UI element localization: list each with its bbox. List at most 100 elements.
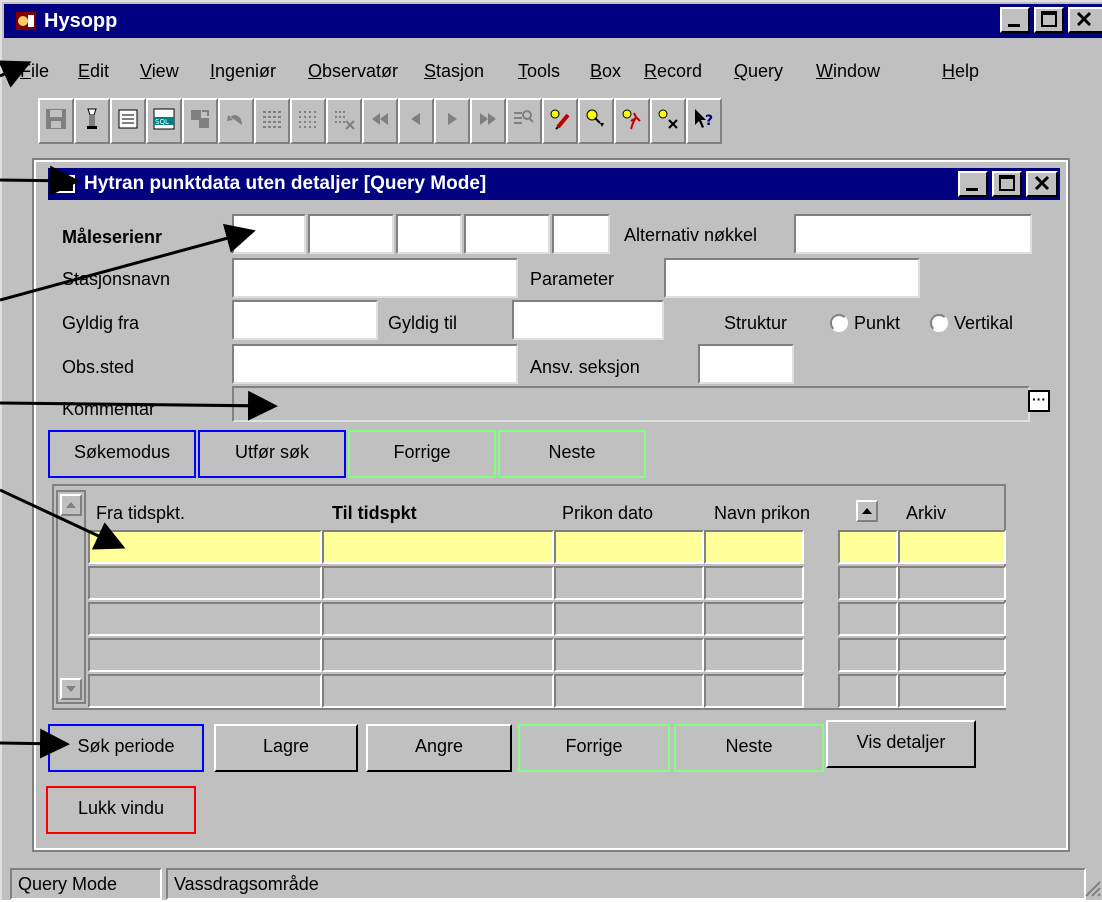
grid-cell-til[interactable] <box>322 674 554 708</box>
menu-query[interactable]: Query <box>734 60 783 82</box>
grid-cell-navn-prikon[interactable] <box>704 602 804 636</box>
grid-cell-arkiv[interactable] <box>898 674 1006 708</box>
grid-cell-navn-prikon[interactable] <box>704 530 804 564</box>
grid-cell-til[interactable] <box>322 566 554 600</box>
sok-periode-button[interactable]: Søk periode <box>48 724 204 772</box>
grid-cell-prikon-dato[interactable] <box>554 566 704 600</box>
forrige-button[interactable]: Forrige <box>518 724 670 772</box>
toolbar-cancel-query-button[interactable] <box>650 98 686 144</box>
toolbar-insert-record-button[interactable] <box>254 98 290 144</box>
menu-box[interactable]: Box <box>590 60 621 82</box>
menu-observator[interactable]: Observatør <box>308 60 398 82</box>
grid-cell-flag[interactable] <box>838 674 898 708</box>
toolbar-query-records-button[interactable] <box>506 98 542 144</box>
grid-cell-fra[interactable] <box>88 674 322 708</box>
toolbar-execute-query-button[interactable] <box>614 98 650 144</box>
grid-cell-arkiv[interactable] <box>898 530 1006 564</box>
alternativ-nokkel-field[interactable] <box>794 214 1032 254</box>
struktur-punkt-radio[interactable] <box>830 314 848 332</box>
menu-tools[interactable]: Tools <box>518 60 560 82</box>
parameter-field[interactable] <box>664 258 920 298</box>
grid-cell-prikon-dato[interactable] <box>554 674 704 708</box>
grid-cell-til[interactable] <box>322 530 554 564</box>
grid-vertical-scrollbar[interactable] <box>56 490 86 704</box>
app-titlebar[interactable]: Hysopp <box>4 4 1102 38</box>
ansv-seksjon-field[interactable] <box>698 344 794 384</box>
toolbar-form-button[interactable] <box>110 98 146 144</box>
maleserienr-field-5[interactable] <box>552 214 610 254</box>
grid-cell-arkiv[interactable] <box>898 602 1006 636</box>
form-minimize-button[interactable] <box>958 171 988 197</box>
menu-file[interactable]: File <box>20 60 49 82</box>
form-maximize-button[interactable] <box>992 171 1022 197</box>
toolbar-previous-record-button[interactable] <box>398 98 434 144</box>
form-titlebar[interactable]: Hytran punktdata uten detaljer [Query Mo… <box>48 168 1060 200</box>
resize-grip-icon[interactable] <box>1080 876 1102 898</box>
toolbar-next-record-button[interactable] <box>434 98 470 144</box>
menu-record[interactable]: Record <box>644 60 702 82</box>
close-button[interactable] <box>1068 7 1102 33</box>
lukk-vindu-button[interactable]: Lukk vindu <box>46 786 196 834</box>
menu-ingenior[interactable]: Ingeniør <box>210 60 276 82</box>
toolbar-enter-query-button[interactable] <box>578 98 614 144</box>
menu-edit[interactable]: Edit <box>78 60 109 82</box>
maleserienr-field-3[interactable] <box>396 214 462 254</box>
gyldig-fra-field[interactable] <box>232 300 378 340</box>
grid-cell-flag[interactable] <box>838 566 898 600</box>
obs-sted-field[interactable] <box>232 344 518 384</box>
grid-cell-flag[interactable] <box>838 602 898 636</box>
menu-window[interactable]: Window <box>816 60 880 82</box>
query-neste-button[interactable]: Neste <box>498 430 646 478</box>
angre-button[interactable]: Angre <box>366 724 512 772</box>
toolbar-save-button[interactable] <box>38 98 74 144</box>
toolbar-transfer-button[interactable] <box>182 98 218 144</box>
grid-cell-til[interactable] <box>322 638 554 672</box>
grid-cell-flag[interactable] <box>838 530 898 564</box>
kommentar-editor-button[interactable]: ··· <box>1028 390 1050 412</box>
toolbar-sql-button[interactable]: SQL <box>146 98 182 144</box>
query-forrige-button[interactable]: Forrige <box>348 430 496 478</box>
menu-view[interactable]: View <box>140 60 179 82</box>
maleserienr-field-2[interactable] <box>308 214 394 254</box>
grid-cell-fra[interactable] <box>88 566 322 600</box>
grid-cell-arkiv[interactable] <box>898 638 1006 672</box>
minimize-button[interactable] <box>1000 7 1030 33</box>
toolbar-edit-query-button[interactable] <box>542 98 578 144</box>
sokemodus-button[interactable]: Søkemodus <box>48 430 196 478</box>
toolbar-first-record-button[interactable] <box>362 98 398 144</box>
grid-cell-fra[interactable] <box>88 638 322 672</box>
form-close-button[interactable] <box>1026 171 1058 197</box>
grid-cell-fra[interactable] <box>88 530 322 564</box>
grid-cell-prikon-dato[interactable] <box>554 530 704 564</box>
toolbar-print-button[interactable] <box>74 98 110 144</box>
vis-detaljer-button[interactable]: Vis detaljer <box>826 720 976 768</box>
scroll-down-button[interactable] <box>60 678 82 700</box>
maleserienr-field-4[interactable] <box>464 214 550 254</box>
menu-help[interactable]: Help <box>942 60 979 82</box>
struktur-vertikal-radio[interactable] <box>930 314 948 332</box>
neste-button[interactable]: Neste <box>674 724 824 772</box>
maximize-button[interactable] <box>1034 7 1064 33</box>
grid-cell-arkiv[interactable] <box>898 566 1006 600</box>
utfor-sok-button[interactable]: Utfør søk <box>198 430 346 478</box>
maleserienr-field-1[interactable] <box>232 214 306 254</box>
grid-cell-navn-prikon[interactable] <box>704 638 804 672</box>
scroll-up-button[interactable] <box>60 494 82 516</box>
gyldig-til-field[interactable] <box>512 300 664 340</box>
toolbar-last-record-button[interactable] <box>470 98 506 144</box>
toolbar-undo-button[interactable] <box>218 98 254 144</box>
grid-cell-flag[interactable] <box>838 638 898 672</box>
grid-cell-navn-prikon[interactable] <box>704 674 804 708</box>
stasjonsnavn-field[interactable] <box>232 258 518 298</box>
lagre-button[interactable]: Lagre <box>214 724 358 772</box>
grid-cell-prikon-dato[interactable] <box>554 638 704 672</box>
grid-cell-prikon-dato[interactable] <box>554 602 704 636</box>
kommentar-field[interactable] <box>232 386 1030 422</box>
menu-stasjon[interactable]: Stasjon <box>424 60 484 82</box>
horizontal-scroll-button[interactable] <box>856 500 878 522</box>
grid-cell-fra[interactable] <box>88 602 322 636</box>
grid-cell-til[interactable] <box>322 602 554 636</box>
grid-cell-navn-prikon[interactable] <box>704 566 804 600</box>
toolbar-duplicate-record-button[interactable] <box>290 98 326 144</box>
toolbar-help-button[interactable]: ? <box>686 98 722 144</box>
